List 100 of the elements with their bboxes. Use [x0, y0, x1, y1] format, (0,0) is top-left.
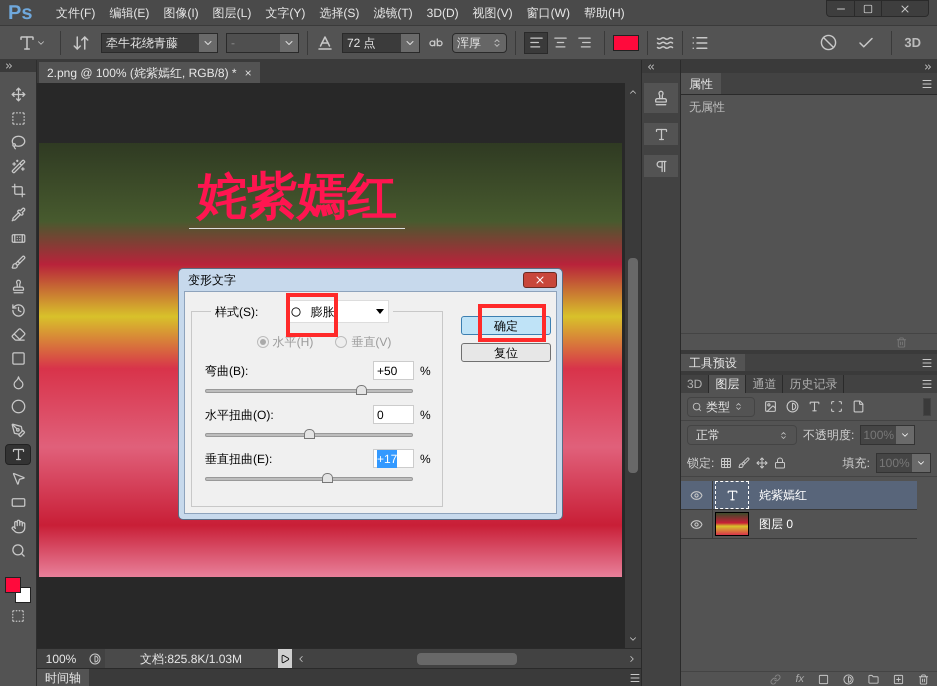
- slider-thumb[interactable]: [356, 385, 366, 395]
- type-filter-icon[interactable]: [808, 400, 821, 413]
- tab-close-button[interactable]: ×: [244, 64, 252, 82]
- unit-label: %: [420, 406, 431, 424]
- panel-tab[interactable]: 属性: [681, 73, 721, 94]
- mask-icon[interactable]: [818, 674, 829, 684]
- paragraph-icon: [654, 158, 668, 174]
- search-icon: [692, 402, 702, 412]
- type-tool-icon: [10, 447, 26, 462]
- antialias-dropdown[interactable]: 浑厚: [452, 32, 507, 52]
- value-field[interactable]: +50: [373, 361, 414, 380]
- timeline-tab[interactable]: 时间轴: [37, 669, 89, 686]
- zoom-level: 100%: [44, 650, 78, 668]
- menu-item[interactable]: 编辑(E): [103, 4, 156, 22]
- menu-item[interactable]: 视图(V): [466, 4, 519, 22]
- layer-filter-dropdown[interactable]: 类型: [687, 396, 755, 416]
- menu-item[interactable]: 窗口(W): [520, 4, 576, 22]
- document-tab[interactable]: 2.png @ 100% (姹紫嫣红, RGB/8) * ×: [39, 62, 260, 83]
- blend-mode-dropdown[interactable]: 正常: [687, 425, 797, 445]
- menu-item[interactable]: 文字(Y): [259, 4, 312, 22]
- healing-tool-icon: [10, 231, 26, 246]
- expand-icon: [923, 62, 933, 72]
- type-icon: [726, 488, 738, 502]
- image-thumbnail: [715, 512, 749, 536]
- menu-item[interactable]: 帮助(H): [578, 4, 631, 22]
- tool-button[interactable]: [5, 444, 31, 465]
- menu-item[interactable]: 滤镜(T): [367, 4, 419, 22]
- visibility-icon[interactable]: [690, 518, 703, 530]
- panel-menu-icon: [629, 672, 641, 684]
- eyedropper-tool-icon: [10, 207, 26, 222]
- align-icon: [528, 35, 544, 50]
- slider-thumb[interactable]: [304, 429, 315, 439]
- folder-icon[interactable]: [868, 674, 879, 684]
- ok-button[interactable]: 确定: [461, 316, 551, 335]
- history-brush-tool-icon: [10, 303, 26, 318]
- panel-tab[interactable]: 工具预设: [681, 354, 745, 371]
- scrollbar-thumb[interactable]: [416, 652, 516, 664]
- adjustment-icon[interactable]: [843, 674, 854, 684]
- unit-label: %: [420, 362, 431, 380]
- hand-tool-icon: [10, 519, 26, 534]
- visibility-icon[interactable]: [690, 488, 703, 502]
- close-icon: [534, 274, 546, 286]
- shape-filter-icon[interactable]: [830, 400, 843, 413]
- trash-icon[interactable]: [918, 674, 929, 684]
- lock-icon[interactable]: [774, 456, 786, 468]
- dodge-tool-icon: [10, 399, 26, 414]
- font-family-dropdown[interactable]: 牵牛花绕青藤: [101, 32, 218, 52]
- menu-item[interactable]: 文件(F): [50, 4, 102, 22]
- rectangle-tool-icon: [10, 495, 26, 510]
- vertical-scrollbar[interactable]: [625, 83, 641, 648]
- maximize-icon: [863, 4, 873, 14]
- spinner-icon: [734, 402, 743, 411]
- filter-toggle[interactable]: [923, 398, 931, 416]
- layer-row[interactable]: 姹紫嫣红: [681, 481, 917, 510]
- unit-label: %: [420, 450, 431, 468]
- panel-icon-button[interactable]: [644, 123, 678, 145]
- panel-icon-button[interactable]: [644, 155, 678, 177]
- lock-label: 锁定:: [687, 454, 714, 472]
- slider-thumb[interactable]: [322, 473, 332, 483]
- warped-text: 姹紫嫣红: [189, 165, 405, 228]
- proof-icon: [89, 652, 101, 664]
- slider-label: 水平扭曲(O):: [205, 406, 275, 424]
- panel-tab[interactable]: 图层: [709, 375, 746, 393]
- play-icon: [280, 654, 290, 664]
- 3d-button[interactable]: 3D: [904, 32, 921, 52]
- font-size-dropdown[interactable]: 72 点: [342, 32, 420, 52]
- smart-object-filter-icon[interactable]: [852, 400, 865, 413]
- align-button[interactable]: [524, 32, 548, 54]
- scrollbar-thumb[interactable]: [628, 258, 638, 473]
- expand-icon: [4, 61, 14, 71]
- menu-item[interactable]: 图层(L): [206, 4, 258, 22]
- cancel-button[interactable]: [820, 34, 838, 51]
- color-swatches-drawing[interactable]: [5, 577, 31, 603]
- radio-label: 垂直(V): [351, 334, 392, 351]
- lock-pixels-icon[interactable]: [720, 456, 732, 468]
- panel-menu-icon: [921, 356, 933, 368]
- crop-tool-icon: [10, 183, 26, 198]
- status-menu-button[interactable]: [278, 649, 292, 668]
- layer-name: 图层 0: [759, 516, 794, 533]
- adjustment-filter-icon[interactable]: [786, 400, 799, 413]
- reset-button[interactable]: 复位: [461, 343, 551, 362]
- layer-name: 姹紫嫣红: [759, 487, 807, 504]
- value-field[interactable]: 0: [373, 405, 414, 424]
- menu-item[interactable]: 3D(D): [420, 4, 465, 22]
- panel-icon-button[interactable]: [644, 83, 678, 113]
- lock-paint-icon[interactable]: [738, 456, 750, 468]
- quick-mask-icon[interactable]: [11, 609, 25, 623]
- menu-item[interactable]: 选择(S): [313, 4, 366, 22]
- slider-label: 垂直扭曲(E):: [205, 450, 274, 468]
- quick-select-tool-icon: [10, 159, 26, 174]
- layer-row[interactable]: 图层 0: [681, 510, 917, 539]
- style-preview-icon: [291, 306, 302, 316]
- image-filter-icon[interactable]: [764, 400, 777, 413]
- menu-item[interactable]: 图像(I): [157, 4, 205, 22]
- text-color-swatch[interactable]: [613, 34, 639, 50]
- new-layer-icon[interactable]: [893, 674, 904, 684]
- lock-position-icon[interactable]: [756, 456, 768, 468]
- dialog-close-button[interactable]: [523, 272, 557, 288]
- zoom-tool-icon: [10, 543, 26, 558]
- smudge-tool-icon: [10, 375, 26, 390]
